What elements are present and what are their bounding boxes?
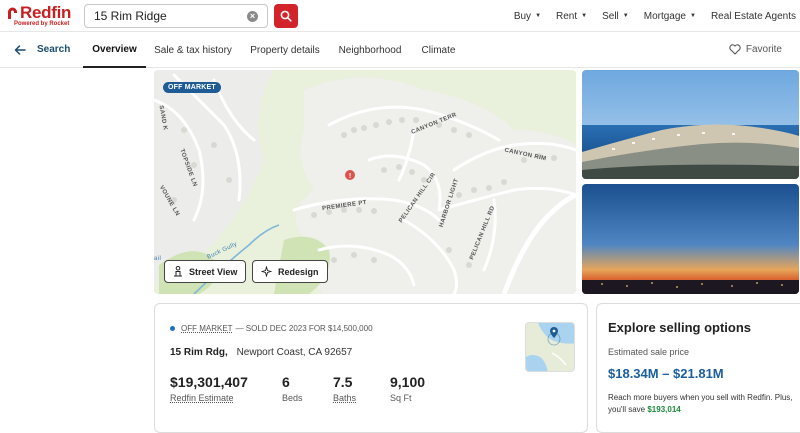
favorite-button[interactable]: Favorite [729, 44, 782, 55]
sqft-value: 9,100 [390, 374, 426, 390]
nav-buy[interactable]: Buy ▼ [514, 11, 541, 22]
redfin-logo[interactable]: Redfin Powered by Rocket [6, 4, 78, 30]
tab-property-details[interactable]: Property details [246, 32, 324, 68]
estimate-value: $19,301,407 [170, 374, 248, 390]
property-map[interactable]: ! CANYON TERR CANYON RIM PREMIERE PT PEL… [154, 70, 576, 294]
nav-mortgage[interactable]: Mortgage ▼ [644, 11, 696, 22]
status-dot-icon [170, 326, 175, 331]
street-view-label: Street View [189, 266, 238, 277]
estimate-label[interactable]: Redfin Estimate [170, 393, 248, 403]
property-summary-card: OFF MARKET — SOLD DEC 2023 FOR $14,500,0… [154, 303, 588, 433]
sqft-label: Sq Ft [390, 393, 412, 403]
selling-description-text: Reach more buyers when you sell with Red… [608, 393, 793, 414]
tab-climate[interactable]: Climate [417, 32, 460, 68]
selling-subtitle: Estimated sale price [608, 347, 690, 357]
mini-map-thumbnail[interactable] [525, 322, 575, 372]
clear-search-icon[interactable]: × [247, 11, 258, 22]
brand-name: Redfin [20, 3, 72, 22]
stat-baths: 7.5 Baths [333, 374, 356, 403]
favorite-label: Favorite [745, 44, 782, 55]
stat-beds: 6 Beds [282, 374, 303, 403]
heart-icon [729, 44, 741, 55]
back-label: Search [37, 44, 71, 55]
top-header: Redfin Powered by Rocket × Buy ▼ Rent ▼ … [0, 0, 800, 32]
arrow-left-icon [14, 44, 26, 55]
sale-status: OFF MARKET — SOLD DEC 2023 FOR $14,500,0… [170, 324, 373, 333]
search-icon [280, 10, 292, 22]
trail-label: ail [154, 256, 162, 262]
baths-value: 7.5 [333, 374, 353, 390]
property-tab-bar: Search Overview Sale & tax history Prope… [0, 32, 800, 68]
estimated-price-range: $18.34M – $21.81M [608, 366, 724, 381]
search-input[interactable] [94, 9, 234, 23]
street-view-button[interactable]: Street View [164, 260, 247, 283]
chevron-down-icon: ▼ [581, 13, 588, 19]
nav-agents-label: Real Estate Agents [710, 10, 796, 22]
redesign-button[interactable]: Redesign [252, 260, 328, 283]
nav-real-estate-agents[interactable]: Real Estate Agents [711, 11, 796, 22]
nav-sell[interactable]: Sell ▼ [602, 11, 629, 22]
property-address: 15 Rim Rdg, Newport Coast, CA 92657 [170, 347, 352, 358]
selling-savings: $193,014 [647, 405, 681, 414]
baths-label[interactable]: Baths [333, 393, 356, 403]
nav-sell-label: Sell [602, 10, 619, 22]
off-market-badge: OFF MARKET [163, 82, 221, 93]
address-street: 15 Rim Rdg, [170, 347, 228, 358]
selling-title: Explore selling options [608, 320, 752, 335]
tab-sale-tax-history[interactable]: Sale & tax history [152, 32, 234, 68]
property-photo-coast[interactable] [582, 70, 799, 179]
sunset-photo [582, 184, 799, 294]
search-box: × [84, 4, 268, 28]
stat-redfin-estimate: $19,301,407 Redfin Estimate [170, 374, 248, 403]
address-city: Newport Coast, CA 92657 [236, 347, 353, 358]
nav-mortgage-label: Mortgage [643, 10, 686, 22]
main-nav: Buy ▼ Rent ▼ Sell ▼ Mortgage ▼ Real Esta… [514, 0, 800, 32]
property-photo-sunset[interactable] [582, 184, 799, 294]
beds-label: Beds [282, 393, 303, 403]
mini-map-image [526, 323, 574, 371]
brand-subtitle: Powered by Rocket [14, 21, 70, 27]
person-icon [174, 266, 182, 277]
status-sold-text: — SOLD DEC 2023 FOR $14,500,000 [235, 324, 373, 333]
chevron-down-icon: ▼ [622, 13, 629, 19]
selling-options-card: Explore selling options Estimated sale p… [596, 303, 800, 433]
nav-rent[interactable]: Rent ▼ [556, 11, 587, 22]
chevron-down-icon: ▼ [689, 13, 696, 19]
chevron-down-icon: ▼ [535, 13, 542, 19]
tab-neighborhood[interactable]: Neighborhood [334, 32, 406, 68]
redfin-logo-mark-icon [8, 7, 17, 19]
status-off-market[interactable]: OFF MARKET [181, 324, 233, 333]
beds-value: 6 [282, 374, 290, 390]
selling-description: Reach more buyers when you sell with Red… [608, 392, 798, 416]
back-to-search-link[interactable]: Search [14, 44, 70, 55]
sparkle-icon [261, 266, 272, 277]
svg-text:!: ! [349, 173, 351, 180]
coastline-photo [582, 70, 799, 179]
nav-buy-label: Buy [513, 10, 532, 22]
search-button[interactable] [274, 4, 298, 28]
redesign-label: Redesign [278, 266, 319, 277]
tab-overview[interactable]: Overview [83, 32, 146, 68]
stat-sqft: 9,100 Sq Ft [390, 374, 425, 403]
nav-rent-label: Rent [556, 10, 578, 22]
